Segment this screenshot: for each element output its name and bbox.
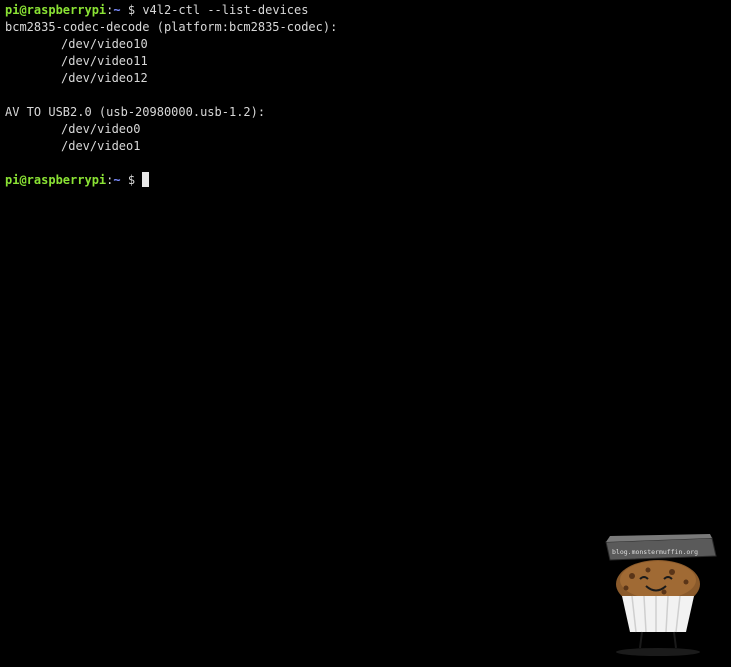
prompt-dollar: $	[120, 173, 143, 187]
prompt-line: pi@raspberrypi:~ $ v4l2-ctl --list-devic…	[5, 2, 726, 19]
device-group-header: bcm2835-codec-decode (platform:bcm2835-c…	[5, 20, 338, 34]
device-path: /dev/video10	[61, 37, 148, 51]
device-path: /dev/video11	[61, 54, 148, 68]
terminal-window[interactable]: pi@raspberrypi:~ $ v4l2-ctl --list-devic…	[5, 2, 726, 189]
device-path: /dev/video0	[61, 122, 141, 136]
command-text: v4l2-ctl --list-devices	[142, 3, 309, 17]
prompt-user-host: pi@raspberrypi	[5, 173, 107, 187]
device-path: /dev/video1	[61, 139, 141, 153]
prompt-path: ~	[113, 3, 121, 17]
device-path: /dev/video12	[61, 71, 148, 85]
prompt-path: ~	[113, 173, 121, 187]
device-group-header: AV TO USB2.0 (usb-20980000.usb-1.2):	[5, 105, 266, 119]
prompt-user-host: pi@raspberrypi	[5, 3, 107, 17]
text-cursor	[142, 172, 150, 187]
active-prompt-line[interactable]: pi@raspberrypi:~ $	[5, 172, 726, 189]
prompt-dollar: $	[120, 3, 143, 17]
muffin-mascot-icon: blog.monstermuffin.org	[600, 530, 722, 660]
watermark-text: blog.monstermuffin.org	[612, 548, 698, 556]
